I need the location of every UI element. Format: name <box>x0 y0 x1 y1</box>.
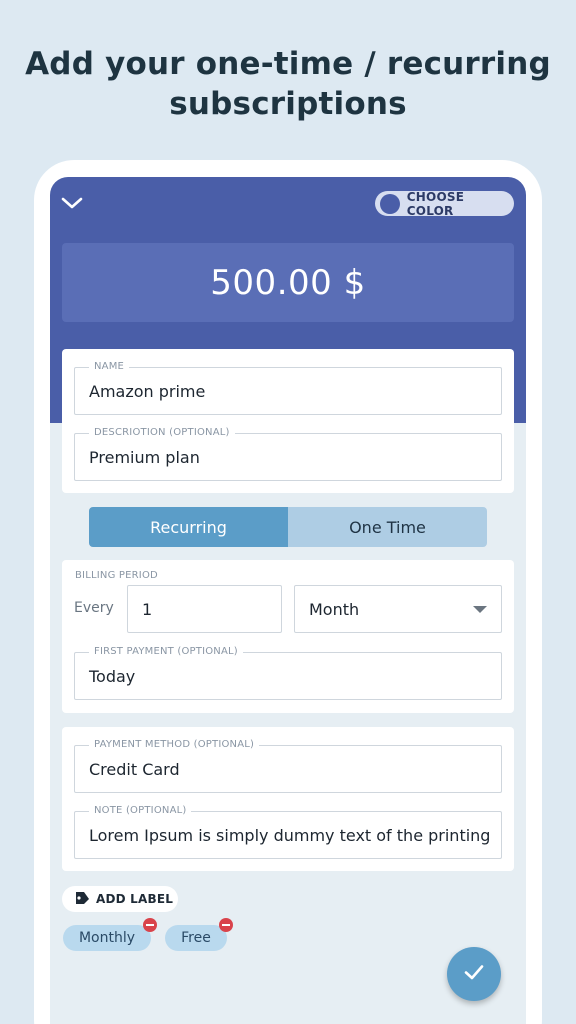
description-field-label: DESCRIOTION (OPTIONAL) <box>89 427 235 439</box>
every-label: Every <box>74 600 114 616</box>
check-icon <box>462 960 486 988</box>
interval-input[interactable]: 1 <box>127 585 282 633</box>
note-field[interactable]: NOTE (OPTIONAL) Lorem Ipsum is simply du… <box>74 805 502 859</box>
chevron-down-icon[interactable] <box>60 191 84 215</box>
label-chip-text: Free <box>181 930 211 946</box>
label-chip-free[interactable]: Free <box>165 918 233 951</box>
remove-icon[interactable] <box>143 918 157 932</box>
first-payment-label: FIRST PAYMENT (OPTIONAL) <box>89 646 243 658</box>
tag-icon <box>74 890 90 909</box>
payment-method-field[interactable]: PAYMENT METHOD (OPTIONAL) Credit Card <box>74 739 502 793</box>
period-select[interactable]: Month <box>294 585 502 633</box>
period-value: Month <box>309 600 360 619</box>
billing-period-label: BILLING PERIOD <box>75 570 158 581</box>
name-field-label: NAME <box>89 361 130 373</box>
add-label-button[interactable]: ADD LABEL <box>62 886 178 912</box>
app-screen: CHOOSE COLOR 500.00 $ NAME Amazon prime … <box>50 177 526 1024</box>
dropdown-arrow-icon <box>473 606 487 613</box>
note-label: NOTE (OPTIONAL) <box>89 805 192 817</box>
color-swatch <box>380 193 400 214</box>
name-field-value: Amazon prime <box>89 382 206 401</box>
add-label-text: ADD LABEL <box>96 892 174 906</box>
billing-card: BILLING PERIOD Every 1 Month FIRST PAYME… <box>62 560 514 713</box>
amount-value: 500.00 $ <box>210 262 366 303</box>
choose-color-label: CHOOSE COLOR <box>406 189 465 218</box>
label-chip-monthly[interactable]: Monthly <box>63 918 157 951</box>
promo-headline-line1: Add your one-time / recurring <box>25 46 551 82</box>
note-value: Lorem Ipsum is simply dummy text of the … <box>89 826 491 845</box>
remove-icon[interactable] <box>219 918 233 932</box>
tab-recurring[interactable]: Recurring <box>89 507 288 547</box>
details-card: NAME Amazon prime DESCRIOTION (OPTIONAL)… <box>62 349 514 493</box>
description-field-value: Premium plan <box>89 448 200 467</box>
first-payment-field[interactable]: FIRST PAYMENT (OPTIONAL) Today <box>74 646 502 700</box>
promo-headline: Add your one-time / recurring subscripti… <box>0 44 576 124</box>
payment-method-label: PAYMENT METHOD (OPTIONAL) <box>89 739 260 751</box>
label-chip-text: Monthly <box>78 930 136 946</box>
amount-field[interactable]: 500.00 $ <box>62 243 514 322</box>
payment-method-value: Credit Card <box>89 760 180 779</box>
extra-card: PAYMENT METHOD (OPTIONAL) Credit Card NO… <box>62 727 514 871</box>
tab-one-time[interactable]: One Time <box>288 507 487 547</box>
choose-color-button[interactable]: CHOOSE COLOR <box>375 189 514 218</box>
promo-headline-line2: subscriptions <box>169 86 407 122</box>
subscription-type-toggle: Recurring One Time <box>89 507 487 547</box>
interval-value: 1 <box>142 600 153 619</box>
name-field[interactable]: NAME Amazon prime <box>74 361 502 415</box>
description-field[interactable]: DESCRIOTION (OPTIONAL) Premium plan <box>74 427 502 481</box>
first-payment-value: Today <box>89 667 136 686</box>
confirm-button[interactable] <box>447 947 501 1001</box>
